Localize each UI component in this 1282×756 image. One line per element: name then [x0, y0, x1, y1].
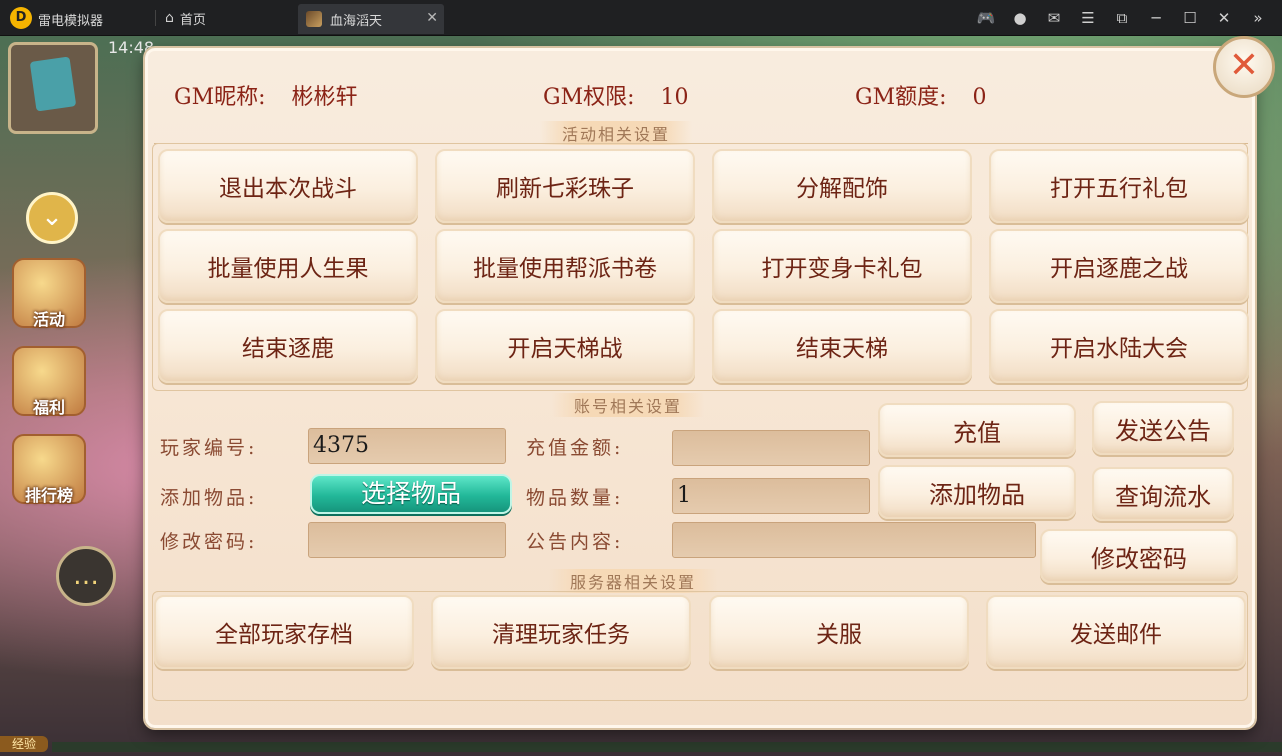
send-announcement-button[interactable]: 发送公告: [1092, 401, 1234, 455]
save-all-players-button[interactable]: 全部玩家存档: [154, 595, 414, 669]
mail-icon[interactable]: ✉: [1042, 6, 1066, 30]
map-icon: [29, 56, 77, 112]
player-id-label: 玩家编号:: [160, 437, 258, 459]
announcement-label: 公告内容:: [526, 531, 624, 553]
activity-section-title: 活动相关设置: [540, 121, 693, 145]
ranking-side-label: 排行榜: [24, 486, 73, 505]
start-ladder-battle-button[interactable]: 开启天梯战: [435, 309, 695, 383]
menu-icon[interactable]: ☰: [1076, 6, 1100, 30]
gm-nickname: GM昵称: 彬彬轩: [174, 79, 358, 111]
change-password-button[interactable]: 修改密码: [1040, 529, 1238, 583]
refresh-rainbow-beads-button[interactable]: 刷新七彩珠子: [435, 149, 695, 223]
gamepad-icon[interactable]: 🎮: [974, 6, 998, 30]
account-section-title: 账号相关设置: [552, 393, 705, 417]
password-field[interactable]: [308, 522, 506, 558]
tab-close-icon[interactable]: ✕: [426, 10, 438, 26]
exp-bar: [52, 742, 1282, 752]
recharge-amount-field[interactable]: [672, 430, 870, 466]
close-panel-icon[interactable]: ✕: [1213, 36, 1275, 98]
change-password-label: 修改密码:: [160, 531, 258, 553]
tab-home[interactable]: ⌂ 首页: [165, 9, 206, 28]
select-item-button[interactable]: 选择物品: [310, 474, 512, 514]
emulator-logo-icon: D: [10, 7, 32, 29]
emulator-titlebar: D 雷电模拟器 ⌂ 首页 血海滔天 ✕ 🎮 ● ✉ ☰ ⧉ ─ ☐ ✕ »: [0, 0, 1282, 36]
announcement-field[interactable]: [672, 522, 1036, 558]
item-quantity-label: 物品数量:: [526, 487, 624, 509]
start-shuilu-assembly-button[interactable]: 开启水陆大会: [989, 309, 1249, 383]
query-flow-button[interactable]: 查询流水: [1092, 467, 1234, 521]
emulator-app-name: 雷电模拟器: [38, 14, 104, 29]
minimize-icon[interactable]: ─: [1144, 6, 1168, 30]
item-quantity-field[interactable]: 1: [672, 478, 870, 514]
gm-nickname-label: GM昵称:: [174, 85, 266, 110]
popout-icon[interactable]: ⧉: [1110, 6, 1134, 30]
gm-quota: GM额度: 0: [855, 79, 987, 111]
gm-permission-value: 10: [660, 85, 689, 110]
user-icon[interactable]: ●: [1008, 6, 1032, 30]
exp-label: 经验: [0, 736, 48, 752]
batch-use-guild-scroll-button[interactable]: 批量使用帮派书卷: [435, 229, 695, 303]
exit-battle-button[interactable]: 退出本次战斗: [158, 149, 418, 223]
server-section-title: 服务器相关设置: [548, 569, 719, 593]
close-icon[interactable]: ✕: [1212, 6, 1236, 30]
welfare-side-button[interactable]: 福利: [12, 346, 86, 417]
shutdown-server-button[interactable]: 关服: [709, 595, 969, 669]
gm-permission-label: GM权限:: [543, 85, 635, 110]
titlebar-divider: [155, 10, 156, 26]
gm-nickname-value: 彬彬轩: [291, 85, 358, 110]
welfare-side-label: 福利: [32, 398, 65, 417]
gm-quota-label: GM额度:: [855, 85, 947, 110]
tab-game[interactable]: 血海滔天 ✕: [298, 4, 444, 34]
gm-panel: GM昵称: 彬彬轩 GM权限: 10 GM额度: 0 活动相关设置 退出本次战斗 刷新…: [145, 48, 1255, 728]
send-mail-button[interactable]: 发送邮件: [986, 595, 1246, 669]
batch-use-ginseng-fruit-button[interactable]: 批量使用人生果: [158, 229, 418, 303]
ranking-side-button[interactable]: 排行榜: [12, 434, 86, 505]
window-controls: 🎮 ● ✉ ☰ ⧉ ─ ☐ ✕ »: [974, 6, 1270, 30]
activity-side-label: 活动: [32, 310, 65, 329]
tab-game-label: 血海滔天: [330, 13, 383, 29]
maximize-icon[interactable]: ☐: [1178, 6, 1202, 30]
game-tab-icon: [306, 11, 322, 27]
chat-bubble-icon[interactable]: …: [56, 546, 116, 606]
activity-side-button[interactable]: 活动: [12, 258, 86, 329]
collapse-icon[interactable]: »: [1246, 6, 1270, 30]
home-icon: ⌂: [165, 10, 174, 26]
end-ladder-button[interactable]: 结束天梯: [712, 309, 972, 383]
open-transform-card-pack-button[interactable]: 打开变身卡礼包: [712, 229, 972, 303]
add-item-button[interactable]: 添加物品: [878, 465, 1076, 519]
recharge-amount-label: 充值金额:: [526, 437, 624, 459]
map-button[interactable]: [8, 42, 98, 134]
decompose-accessory-button[interactable]: 分解配饰: [712, 149, 972, 223]
tab-home-label: 首页: [179, 12, 206, 28]
add-item-label: 添加物品:: [160, 487, 258, 509]
recharge-button[interactable]: 充值: [878, 403, 1076, 457]
end-zhulu-button[interactable]: 结束逐鹿: [158, 309, 418, 383]
player-id-field[interactable]: 4375: [308, 428, 506, 464]
start-zhulu-battle-button[interactable]: 开启逐鹿之战: [989, 229, 1249, 303]
open-five-elements-pack-button[interactable]: 打开五行礼包: [989, 149, 1249, 223]
chevron-down-icon[interactable]: ⌄: [26, 192, 78, 244]
gm-permission: GM权限: 10: [543, 79, 689, 111]
clear-player-tasks-button[interactable]: 清理玩家任务: [431, 595, 691, 669]
gm-quota-value: 0: [972, 85, 987, 110]
